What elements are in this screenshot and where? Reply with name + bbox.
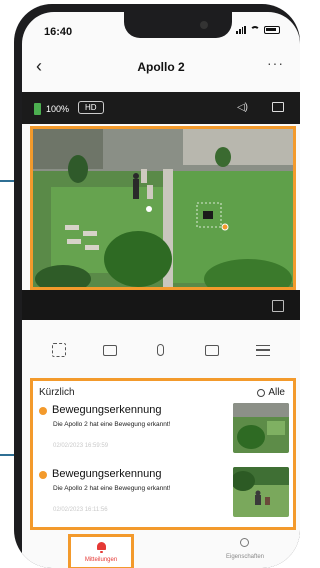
microphone-icon: [157, 344, 165, 356]
speaker-icon[interactable]: ◁): [237, 102, 248, 113]
thumbnail-people-image: [233, 467, 289, 517]
record-video-button[interactable]: [203, 341, 221, 359]
event-time: 02/02/2023 16:59:59: [53, 443, 109, 449]
battery-percent: 100%: [46, 104, 70, 114]
header: ‹ Apollo 2 ···: [22, 52, 300, 82]
tab-properties-label: Eigenschaften: [225, 554, 265, 560]
event-item[interactable]: Bewegungserkennung Die Apollo 2 hat eine…: [39, 403, 289, 463]
menu-icon: [255, 344, 270, 356]
show-all-link[interactable]: Alle: [257, 387, 285, 398]
fullscreen-button[interactable]: [272, 300, 284, 312]
event-title: Bewegungserkennung: [52, 468, 162, 480]
more-button[interactable]: ···: [267, 55, 284, 71]
front-camera: [200, 21, 208, 29]
quality-badge[interactable]: HD: [78, 101, 104, 114]
event-item[interactable]: Bewegungserkennung Die Apollo 2 hat eine…: [39, 467, 289, 527]
wifi-icon: [250, 26, 260, 34]
tab-notifications[interactable]: Mitteilungen: [68, 534, 134, 568]
battery-icon: [264, 26, 280, 34]
controls.0.name: [52, 343, 67, 357]
camera-capture-button[interactable]: [101, 341, 119, 359]
bottom-tab-bar: Mitteilungen Eigenschaften: [22, 534, 300, 568]
video-bottom-bar: [22, 290, 300, 320]
menu-button[interactable]: [254, 341, 272, 359]
signal-icon: [236, 26, 246, 34]
screenshot-button[interactable]: [50, 341, 68, 359]
recent-title: Kürzlich: [39, 387, 75, 398]
tab-notifications-label: Mitteilungen: [84, 557, 118, 563]
thumbnail-garden-image: [233, 403, 289, 453]
notch: [124, 12, 232, 38]
settings-icon: [257, 388, 266, 397]
event-description: Die Apollo 2 hat eine Bewegung erkannt!: [53, 421, 171, 428]
event-description: Die Apollo 2 hat eine Bewegung erkannt!: [53, 485, 171, 492]
status-time: 16:40: [44, 26, 73, 38]
event-thumbnail[interactable]: [233, 467, 289, 517]
status-icons: [236, 26, 280, 34]
camera-capture-icon: [103, 344, 118, 356]
camera-info-bar: 100% HD ◁): [22, 92, 300, 124]
properties-icon: [240, 538, 249, 547]
recent-events-panel: Kürzlich Alle Bewegungserkennung Die Apo…: [30, 378, 296, 530]
bell-icon: [97, 542, 106, 550]
microphone-button[interactable]: [152, 341, 170, 359]
event-thumbnail[interactable]: [233, 403, 289, 453]
fullscreen-icon[interactable]: [272, 102, 284, 112]
show-all-label: Alle: [268, 387, 285, 398]
canvas: 16:40 ‹ Apollo 2 ··· 100% HD ◁) Kürzlich…: [0, 0, 300, 568]
event-time: 02/02/2023 16:11:56: [53, 507, 108, 513]
record-video-icon: [204, 344, 219, 356]
control-bar: [22, 328, 300, 372]
garden-scene: [33, 129, 293, 287]
phone-frame: 16:40 ‹ Apollo 2 ··· 100% HD ◁) Kürzlich…: [14, 4, 300, 568]
tab-properties[interactable]: Eigenschaften: [210, 534, 280, 568]
camera-battery-icon: [34, 103, 41, 115]
alert-dot-icon: [39, 471, 47, 479]
app-screen: 16:40 ‹ Apollo 2 ··· 100% HD ◁) Kürzlich…: [22, 12, 300, 568]
page-title: Apollo 2: [137, 60, 185, 74]
bell-clapper: [100, 551, 103, 553]
alert-dot-icon: [39, 407, 47, 415]
event-title: Bewegungserkennung: [52, 404, 162, 416]
live-video-feed[interactable]: [30, 126, 296, 290]
